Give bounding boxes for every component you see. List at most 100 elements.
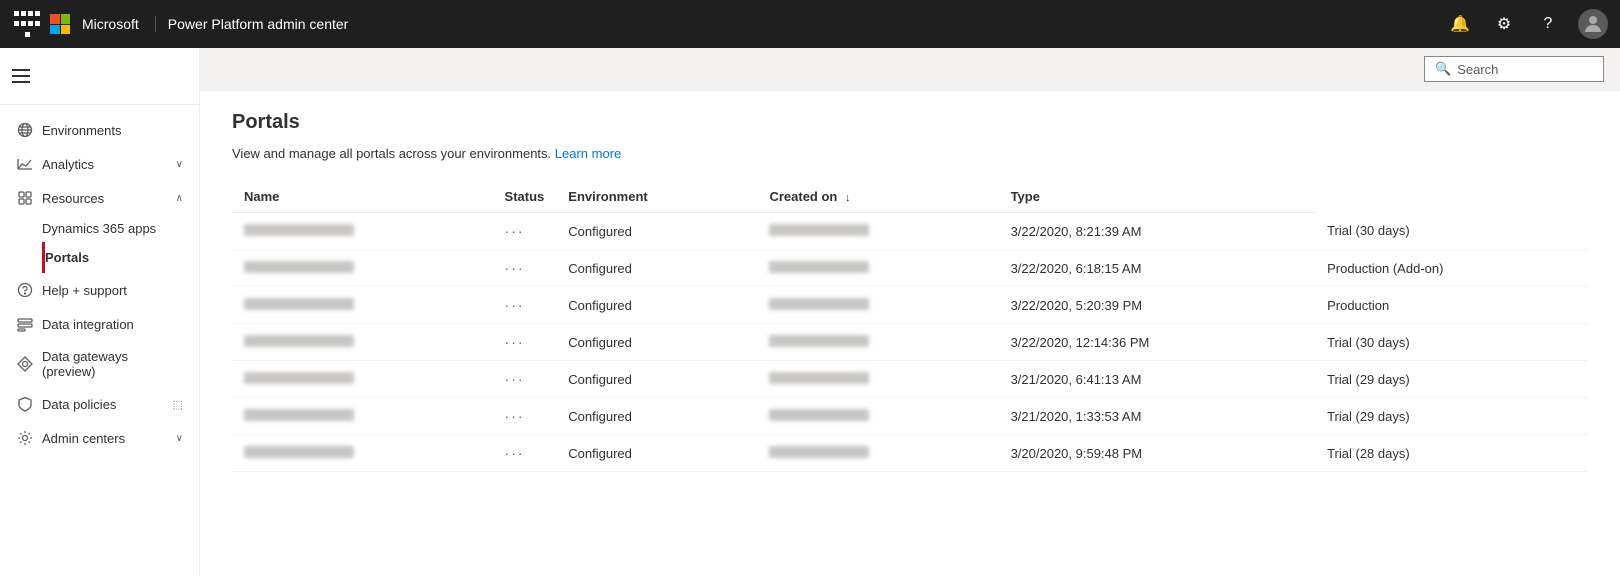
sidebar-item-help-support[interactable]: Help + support (0, 273, 199, 307)
name-blurred (244, 261, 354, 273)
sidebar-item-environments[interactable]: Environments (0, 113, 199, 147)
sidebar-item-dynamics365[interactable]: Dynamics 365 apps (42, 215, 199, 242)
table-row: ···Configured3/22/2020, 5:20:39 PMProduc… (232, 287, 1588, 324)
table-row: ···Configured3/22/2020, 12:14:36 PMTrial… (232, 324, 1588, 361)
cell-created-on: 3/22/2020, 6:18:15 AM (999, 250, 1316, 287)
cell-environment (757, 213, 998, 250)
cell-name (232, 435, 493, 472)
app-title: Power Platform admin center (155, 16, 349, 32)
cell-dots-menu[interactable]: ··· (493, 287, 557, 324)
cell-created-on: 3/20/2020, 9:59:48 PM (999, 435, 1316, 472)
col-environment: Environment (556, 181, 757, 213)
help-support-icon (16, 281, 34, 299)
cell-status: Configured (556, 361, 757, 398)
name-blurred (244, 372, 354, 384)
dots-menu-icon[interactable]: ··· (505, 223, 525, 239)
dots-menu-icon[interactable]: ··· (505, 371, 525, 387)
waffle-icon[interactable] (12, 9, 42, 39)
cell-type: Trial (29 days) (1315, 398, 1588, 435)
env-blurred (769, 261, 869, 273)
cell-type: Trial (30 days) (1315, 324, 1588, 361)
notification-icon[interactable]: 🔔 (1446, 10, 1474, 38)
cell-environment (757, 287, 998, 324)
cell-dots-menu[interactable]: ··· (493, 213, 557, 250)
cell-created-on: 3/21/2020, 1:33:53 AM (999, 398, 1316, 435)
cell-dots-menu[interactable]: ··· (493, 250, 557, 287)
table-row: ··· Configured 3/22/2020, 6:18:15 AMProduc… (232, 250, 1588, 287)
topbar-actions: 🔔 ⚙ ? (1446, 9, 1608, 39)
cell-created-on: 3/22/2020, 5:20:39 PM (999, 287, 1316, 324)
col-type: Type (999, 181, 1316, 213)
sidebar-item-analytics[interactable]: Analytics ∨ (0, 147, 199, 181)
cell-dots-menu[interactable]: ··· (493, 324, 557, 361)
cell-dots-menu[interactable]: ··· (493, 361, 557, 398)
cell-dots-menu[interactable]: ··· (493, 435, 557, 472)
table-row: ···Configured3/20/2020, 9:59:48 PMTrial … (232, 435, 1588, 472)
analytics-chevron: ∨ (176, 159, 183, 170)
cell-status: Configured (556, 287, 757, 324)
sort-icon: ↓ (845, 192, 851, 204)
dots-menu-icon[interactable]: ··· (505, 445, 525, 461)
data-integration-label: Data integration (42, 317, 183, 332)
help-icon[interactable]: ? (1534, 10, 1562, 38)
sidebar-item-data-gateways[interactable]: Data gateways (preview) (0, 341, 199, 387)
topbar: Microsoft Power Platform admin center 🔔 … (0, 0, 1620, 48)
page-title: Portals (232, 111, 1588, 134)
search-box[interactable]: 🔍 Search (1424, 56, 1604, 82)
sidebar: Environments Analytics ∨ (0, 48, 200, 576)
portals-table: Name Status Environment Created on ↓ Typ… (232, 181, 1588, 472)
sidebar-item-data-policies[interactable]: Data policies ⬚ (0, 387, 199, 421)
env-blurred (769, 372, 869, 384)
sidebar-item-resources[interactable]: Resources ∧ (0, 181, 199, 215)
cell-environment (757, 361, 998, 398)
sidebar-item-portals[interactable]: Portals (42, 242, 199, 273)
chart-icon (16, 155, 34, 173)
env-blurred (769, 335, 869, 347)
name-blurred (244, 409, 354, 421)
sidebar-sub-resources: Dynamics 365 apps Portals (0, 215, 199, 273)
sidebar-item-data-integration[interactable]: Data integration (0, 307, 199, 341)
env-blurred (769, 409, 869, 421)
sidebar-toggle[interactable] (8, 60, 40, 92)
table-row: ···Configured3/21/2020, 6:41:13 AMTrial … (232, 361, 1588, 398)
cell-status: Configured (556, 324, 757, 361)
search-label: Search (1457, 62, 1498, 77)
col-created-on[interactable]: Created on ↓ (757, 181, 998, 213)
name-blurred (244, 335, 354, 347)
resources-icon (16, 189, 34, 207)
portals-label: Portals (45, 250, 183, 265)
content-main: Portals View and manage all portals acro… (200, 91, 1620, 576)
name-blurred (244, 446, 354, 458)
avatar[interactable] (1578, 9, 1608, 39)
cell-name (232, 250, 493, 287)
dots-menu-icon[interactable]: ··· (505, 297, 525, 313)
cell-status: Configured (556, 250, 757, 287)
cell-status: Configured (556, 398, 757, 435)
microsoft-logo: Microsoft (50, 14, 139, 34)
cell-environment (757, 435, 998, 472)
admin-centers-chevron: ∨ (176, 433, 183, 444)
admin-icon (16, 429, 34, 447)
sidebar-item-admin-centers[interactable]: Admin centers ∨ (0, 421, 199, 455)
dots-menu-icon[interactable]: ··· (505, 260, 525, 276)
table-row: ··· Configured 3/21/2020, 1:33:53 AMTrial … (232, 398, 1588, 435)
main-layout: Environments Analytics ∨ (0, 48, 1620, 576)
page-description: View and manage all portals across your … (232, 146, 1588, 161)
env-blurred (769, 298, 869, 310)
gateway-icon (16, 355, 34, 373)
cell-name (232, 324, 493, 361)
table-row: ···Configured3/22/2020, 8:21:39 AMTrial … (232, 213, 1588, 250)
cell-status: Configured (556, 213, 757, 250)
search-icon: 🔍 (1435, 61, 1451, 77)
data-int-icon (16, 315, 34, 333)
col-name: Name (232, 181, 493, 213)
cell-name (232, 361, 493, 398)
env-blurred (769, 446, 869, 458)
cell-type: Trial (29 days) (1315, 361, 1588, 398)
settings-icon[interactable]: ⚙ (1490, 10, 1518, 38)
learn-more-link[interactable]: Learn more (555, 146, 621, 161)
cell-dots-menu[interactable]: ··· (493, 398, 557, 435)
dots-menu-icon[interactable]: ··· (505, 408, 525, 424)
cell-type: Production (Add-on) (1315, 250, 1588, 287)
dots-menu-icon[interactable]: ··· (505, 334, 525, 350)
